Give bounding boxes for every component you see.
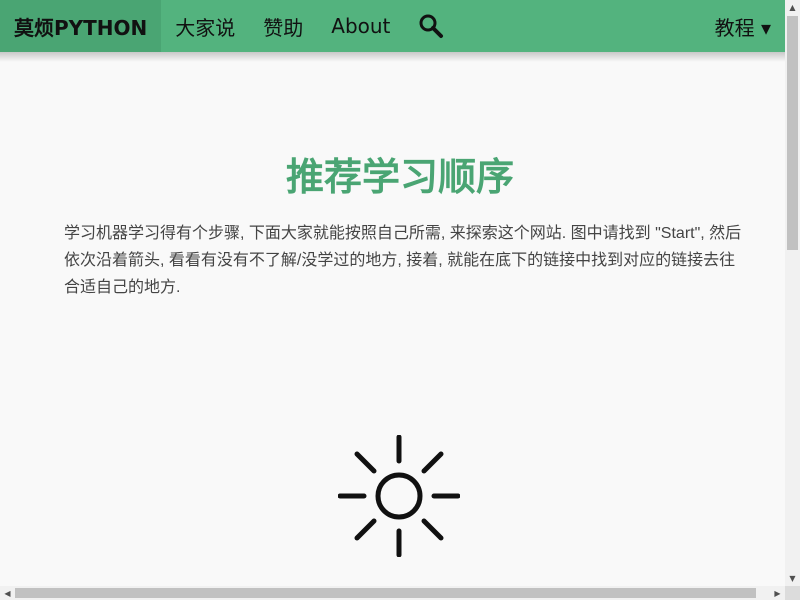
vertical-scrollbar[interactable]: ▲ ▼ [785, 0, 800, 586]
search-icon [419, 14, 444, 38]
nav-item-about[interactable]: About [317, 0, 404, 52]
intro-paragraph: 学习机器学习得有个步骤, 下面大家就能按照自己所需, 来探索这个网站. 图中请找… [64, 225, 742, 296]
horizontal-scroll-thumb[interactable] [15, 588, 756, 598]
scroll-down-arrow-icon[interactable]: ▼ [785, 571, 800, 586]
brand-link[interactable]: 莫烦PYTHON [0, 0, 162, 52]
scroll-up-arrow-icon[interactable]: ▲ [785, 0, 800, 15]
tutorials-dropdown[interactable]: 教程 ▾ [705, 0, 785, 52]
vertical-scroll-thumb[interactable] [787, 16, 798, 250]
scroll-left-arrow-icon[interactable]: ◀ [0, 586, 15, 600]
main-content: 推荐学习顺序 学习机器学习得有个步骤, 下面大家就能按照自己所需, 来探索这个网… [0, 62, 785, 586]
search-button[interactable] [404, 0, 458, 52]
nav-item-dajiashuo[interactable]: 大家说 [161, 0, 249, 52]
sun-icon [338, 435, 460, 557]
top-navbar: 莫烦PYTHON 大家说 赞助 About 教程 ▾ [0, 0, 785, 52]
navbar-shadow [0, 52, 785, 62]
horizontal-scrollbar[interactable]: ◀ ▶ [0, 586, 785, 600]
scroll-right-arrow-icon[interactable]: ▶ [770, 586, 785, 600]
scrollbar-corner [785, 586, 800, 600]
page-title: 推荐学习顺序 [285, 155, 514, 199]
nav-item-sponsor[interactable]: 赞助 [249, 0, 317, 52]
